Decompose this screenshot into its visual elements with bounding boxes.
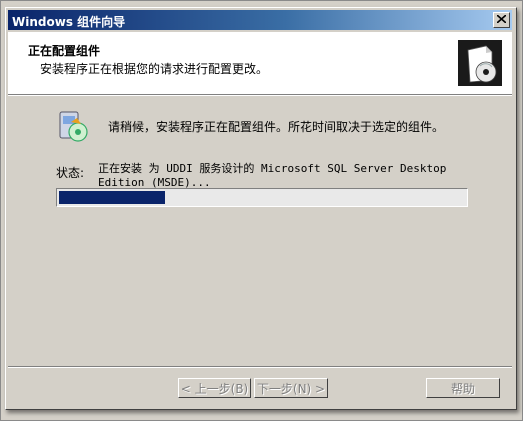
software-box-icon — [458, 40, 502, 86]
screenshot-frame: Windows 组件向导 正在配置组件 安装程序正在根据您的请求进行配置更改。 — [0, 0, 523, 421]
back-button[interactable]: < 上一步(B) — [178, 378, 251, 398]
title-bar[interactable]: Windows 组件向导 — [8, 10, 512, 30]
status-label: 状态: — [56, 166, 85, 180]
window-title: Windows 组件向导 — [12, 15, 126, 29]
header-title: 正在配置组件 — [28, 44, 101, 58]
close-icon — [497, 15, 506, 23]
footer-divider-highlight — [8, 367, 512, 368]
close-button[interactable] — [493, 12, 510, 28]
components-install-icon — [59, 111, 88, 142]
next-button[interactable]: 下一步(N) > — [254, 378, 328, 398]
header-subtitle: 安装程序正在根据您的请求进行配置更改。 — [40, 62, 269, 76]
status-text: 正在安装 为 UDDI 服务设计的 Microsoft SQL Server D… — [98, 162, 447, 189]
help-button[interactable]: 帮助 — [426, 378, 500, 398]
wizard-window: Windows 组件向导 正在配置组件 安装程序正在根据您的请求进行配置更改。 — [5, 7, 517, 410]
wait-message: 请稍候，安装程序正在配置组件。所花时间取决于选定的组件。 — [108, 120, 445, 134]
wizard-header: 正在配置组件 安装程序正在根据您的请求进行配置更改。 — [8, 32, 512, 95]
progress-fill — [59, 191, 165, 204]
header-divider — [8, 95, 512, 96]
progress-bar — [56, 188, 468, 207]
